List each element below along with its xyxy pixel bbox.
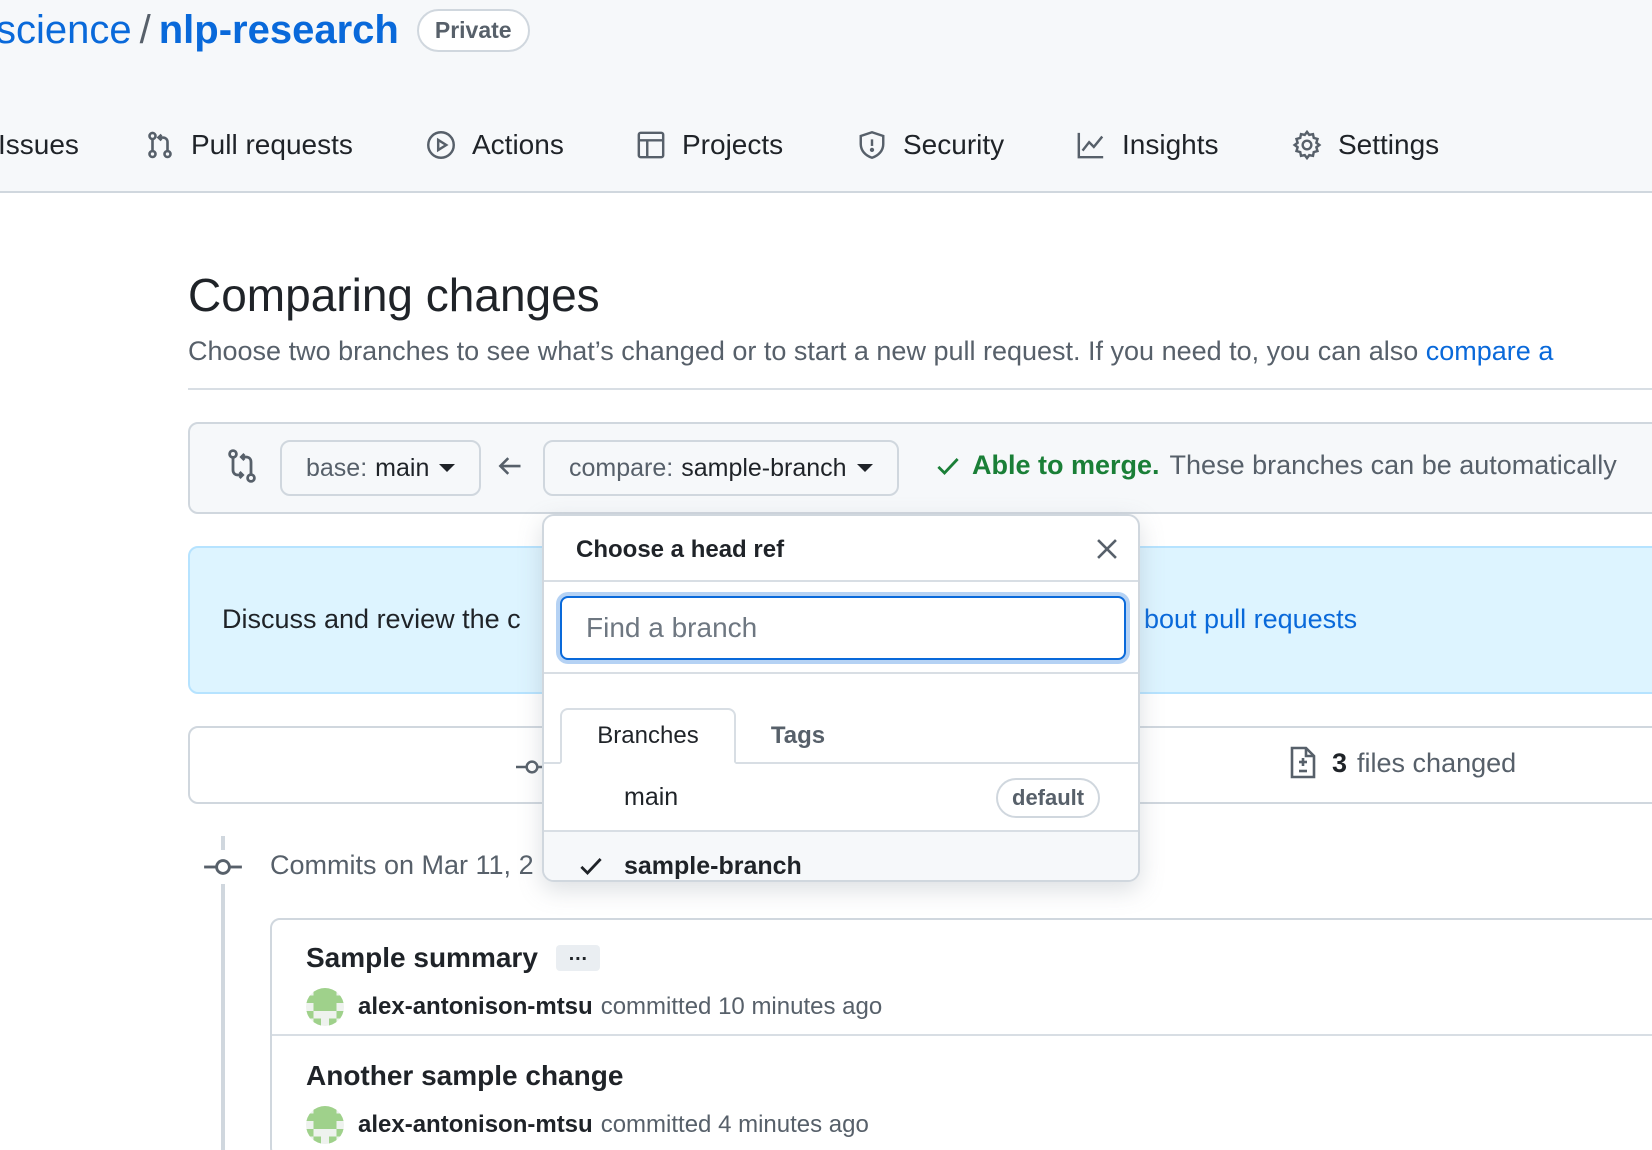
compare-across-forks-link[interactable]: compare a (1426, 336, 1554, 366)
base-branch-button[interactable]: base: main (280, 440, 482, 496)
check-icon (580, 858, 602, 876)
check-icon (937, 457, 959, 475)
tab-pull-requests[interactable]: Pull requests (145, 122, 353, 168)
commit-message: Sample summary … (306, 942, 600, 974)
git-commit-icon (204, 850, 242, 884)
nav-issues-label: Issues (0, 129, 79, 160)
table-icon (637, 131, 665, 159)
page-description: Choose two branches to see what’s change… (188, 336, 1553, 367)
merge-status: Able to merge. These branches can be aut… (934, 450, 1617, 481)
tab-security[interactable]: Security (857, 122, 1004, 168)
visibility-badge: Private (416, 9, 530, 52)
tab-settings[interactable]: Settings (1292, 122, 1439, 168)
commit-action: committed (600, 993, 712, 1020)
repo-header: science / nlp-research Private Issues Pu… (0, 0, 1652, 193)
branch-name: sample-branch (624, 851, 802, 880)
gear-icon (1292, 130, 1322, 160)
commit-author-link[interactable]: alex-antonison-mtsu (358, 1111, 593, 1139)
commit-meta: alex-antonison-mtsu committed 4 minutes … (306, 1106, 869, 1144)
learn-about-pull-requests-link[interactable]: bout pull requests (1144, 604, 1357, 635)
tab-issues[interactable]: Issues (0, 122, 79, 168)
commit-list: Sample summary … alex-antonison-mtsu com… (270, 918, 1652, 1150)
compare-branch-name: sample-branch (681, 453, 847, 482)
dropdown-header: Choose a head ref (544, 516, 1138, 582)
commit-time: 10 minutes ago (718, 993, 883, 1020)
merge-status-label: Able to merge. (972, 450, 1160, 480)
branch-item-main[interactable]: main default (544, 764, 1138, 832)
dropdown-tabs: Branches Tags (544, 674, 1138, 764)
repo-owner-link[interactable]: science (0, 8, 132, 53)
tab-projects[interactable]: Projects (636, 122, 783, 168)
commit-time: 4 minutes ago (718, 1111, 869, 1138)
dropdown-title: Choose a head ref (576, 536, 785, 563)
base-branch-name: main (375, 453, 430, 482)
file-diff-icon (1290, 746, 1316, 779)
commit-message-link[interactable]: Another sample change (306, 1060, 623, 1092)
nav-actions-label: Actions (472, 129, 564, 160)
default-badge: default (996, 778, 1101, 818)
merge-status-text: These branches can be automatically (1169, 450, 1617, 480)
repo-name-link[interactable]: nlp-research (159, 8, 399, 53)
check-slot (544, 832, 624, 880)
info-banner-text: Discuss and review the c (222, 604, 521, 634)
play-icon (427, 131, 455, 159)
tab-insights[interactable]: Insights (1076, 122, 1219, 168)
avatar[interactable] (306, 1106, 344, 1144)
commit-row: Another sample change alex-antonison-mts… (272, 1038, 1652, 1150)
commit-message: Another sample change (306, 1060, 623, 1092)
avatar[interactable] (306, 988, 344, 1026)
base-prefix: base: (306, 453, 368, 482)
git-pull-request-icon (148, 131, 172, 159)
shield-icon (859, 130, 885, 160)
files-changed-count: 3 (1332, 747, 1348, 778)
divider (188, 388, 1652, 390)
tab-branches[interactable]: Branches (560, 708, 736, 764)
page-title: Comparing changes (188, 269, 600, 321)
head-ref-dropdown: Choose a head ref Branches Tags main def… (542, 514, 1140, 882)
caret-down-icon (856, 464, 873, 472)
compare-prefix: compare: (569, 453, 674, 482)
git-compare-icon (228, 449, 256, 483)
nav-security-label: Security (903, 129, 1005, 160)
nav-projects-label: Projects (682, 129, 784, 160)
tab-actions[interactable]: Actions (426, 122, 564, 168)
expand-commit-button[interactable]: … (555, 944, 600, 971)
graph-icon (1077, 132, 1104, 159)
dropdown-filter (544, 582, 1138, 674)
commit-action: committed (600, 1111, 712, 1138)
arrow-left-icon (498, 457, 521, 475)
branch-item-sample-branch[interactable]: sample-branch (544, 832, 1138, 880)
nav-pull-requests-label: Pull requests (191, 129, 353, 160)
commit-row: Sample summary … alex-antonison-mtsu com… (272, 920, 1652, 1036)
commit-meta: alex-antonison-mtsu committed 10 minutes… (306, 988, 882, 1026)
commit-author-link[interactable]: alex-antonison-mtsu (358, 993, 593, 1021)
caret-down-icon (439, 464, 456, 472)
commits-date-heading: Commits on Mar 11, 2 (270, 850, 534, 880)
find-branch-input[interactable] (560, 596, 1126, 660)
branch-name: main (624, 782, 679, 811)
files-changed-label: files changed (1357, 747, 1517, 778)
check-slot (544, 764, 624, 830)
repo-title: science / nlp-research Private (0, 8, 530, 53)
compare-branch-button[interactable]: compare: sample-branch (543, 440, 899, 496)
range-editor: base: main compare: sample-branch Able t… (188, 422, 1652, 514)
nav-settings-label: Settings (1338, 129, 1440, 160)
close-icon[interactable] (1094, 536, 1120, 562)
files-changed-link[interactable]: 3 files changed (1286, 746, 1516, 780)
page-description-text: Choose two branches to see what’s change… (188, 336, 1426, 366)
nav-insights-label: Insights (1122, 129, 1219, 160)
commit-message-link[interactable]: Sample summary (306, 942, 538, 974)
repo-separator: / (139, 8, 151, 52)
tab-tags[interactable]: Tags (748, 708, 848, 764)
